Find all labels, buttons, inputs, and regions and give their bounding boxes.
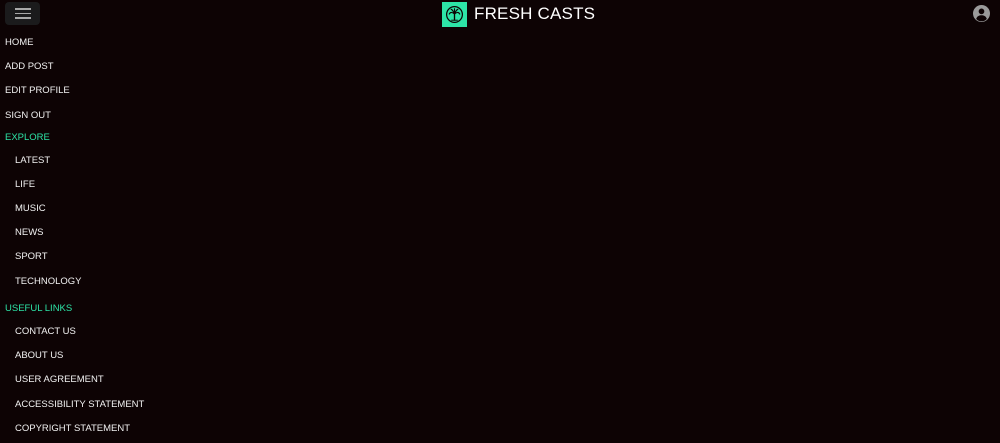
nav-item-accessibility-statement[interactable]: ACCESSIBILITY STATEMENT: [15, 399, 144, 411]
brand-link[interactable]: FRESH CASTS: [442, 1, 595, 27]
nav-item-music[interactable]: MUSIC: [15, 203, 46, 215]
nav-item-copyright-statement[interactable]: COPYRIGHT STATEMENT: [15, 423, 130, 435]
nav-item-user-agreement[interactable]: USER AGREEMENT: [15, 374, 104, 386]
nav-item-contact-us[interactable]: CONTACT US: [15, 326, 76, 338]
explore-heading: EXPLORE: [5, 132, 50, 143]
nav-item-about-us[interactable]: ABOUT US: [15, 350, 63, 362]
hamburger-menu-icon-bar: [14, 12, 31, 15]
brand-name: FRESH CASTS: [474, 4, 596, 23]
account-circle-icon[interactable]: [973, 5, 990, 22]
nav-item-home[interactable]: HOME: [5, 37, 34, 49]
nav-item-sport[interactable]: SPORT: [15, 251, 48, 263]
hamburger-menu-icon-bar: [14, 17, 31, 19]
nav-item-latest[interactable]: LATEST: [15, 155, 50, 167]
nav-item-edit-profile[interactable]: EDIT PROFILE: [5, 85, 70, 97]
nav-item-news[interactable]: NEWS: [15, 227, 44, 239]
nav-item-sign-out[interactable]: SIGN OUT: [5, 110, 51, 122]
top-bar: FRESH CASTS: [0, 0, 1000, 28]
hamburger-menu-icon: [14, 8, 31, 10]
nav-item-technology[interactable]: TECHNOLOGY: [15, 276, 82, 288]
nav-item-add-post[interactable]: ADD POST: [5, 61, 54, 73]
useful-links-heading: USEFUL LINKS: [5, 303, 73, 314]
nav-item-life[interactable]: LIFE: [15, 179, 35, 191]
menu-button[interactable]: [5, 2, 40, 25]
palm-tree-logo-icon: [442, 1, 467, 27]
